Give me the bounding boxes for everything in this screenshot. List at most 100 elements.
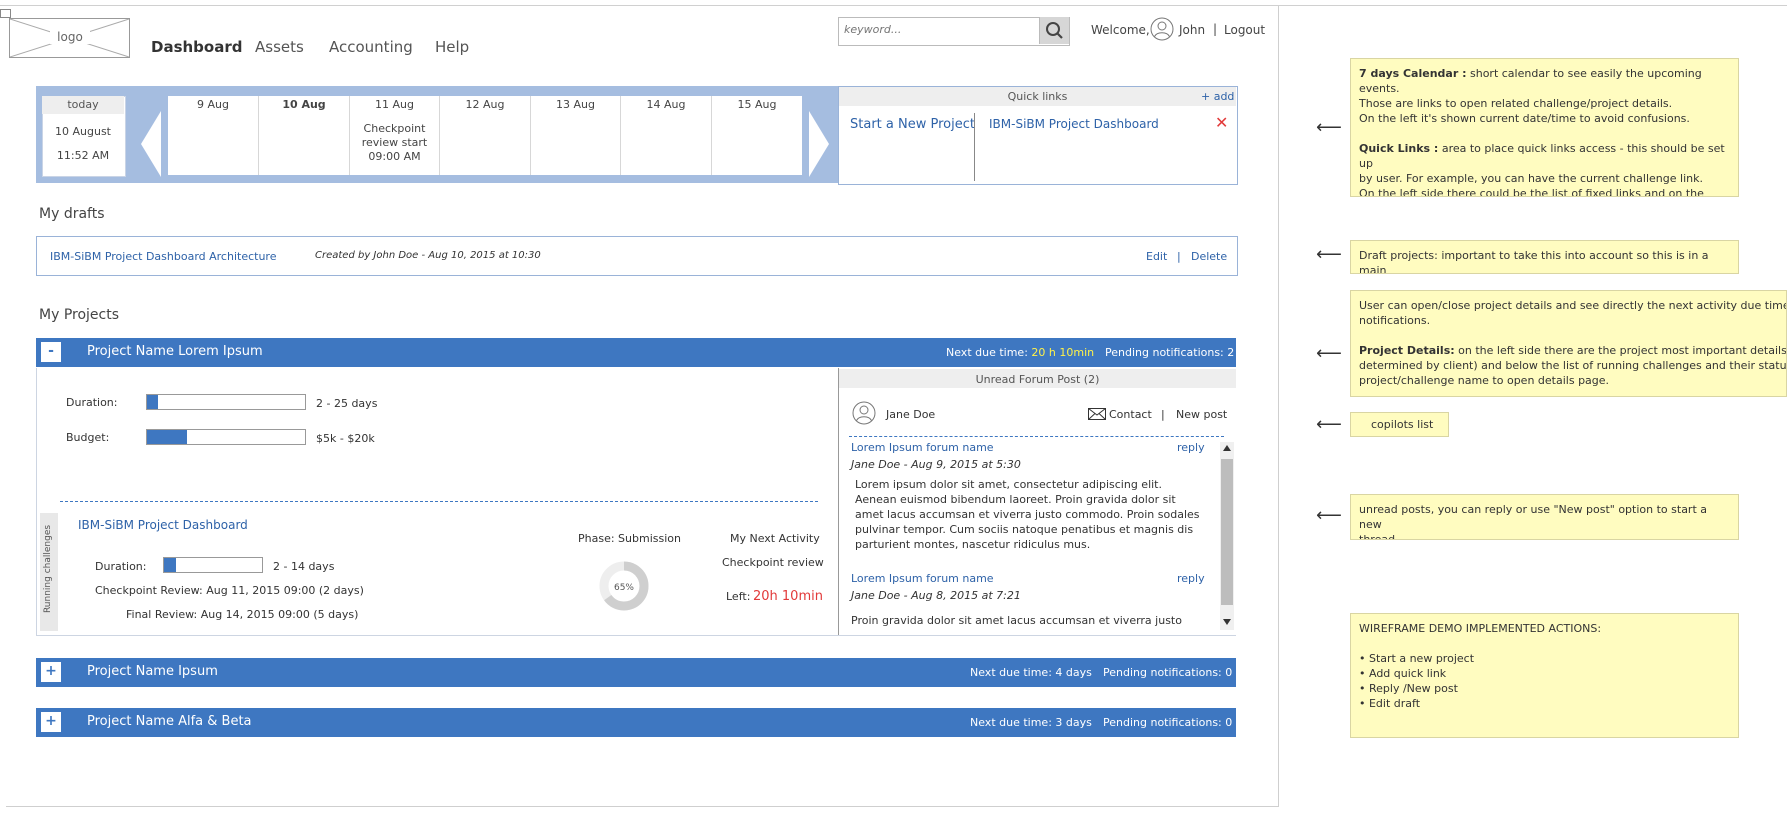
- expand-project-button[interactable]: +: [41, 712, 61, 732]
- header-separator: |: [1213, 22, 1218, 36]
- forum-post-list: Lorem Ipsum forum name reply Jane Doe - …: [839, 439, 1219, 635]
- project-header[interactable]: + Project Name Alfa & Beta Next due time…: [36, 708, 1236, 737]
- calendar-day-label: 9 Aug: [197, 98, 229, 111]
- note-line: Quick Links : area to place quick links …: [1359, 141, 1730, 171]
- search-input[interactable]: [842, 22, 1036, 37]
- nav-dashboard[interactable]: Dashboard: [151, 38, 242, 56]
- note-line-text: notifications.: [1359, 314, 1431, 327]
- calendar-day[interactable]: 13 Aug: [531, 96, 621, 175]
- logout-link[interactable]: Logout: [1224, 23, 1265, 37]
- post-meta: Jane Doe - Aug 8, 2015 at 7:21: [851, 589, 1021, 602]
- project-name[interactable]: Project Name Alfa & Beta: [87, 714, 252, 729]
- note-arrow-icon: ⟵: [1316, 343, 1342, 364]
- challenge-name-link[interactable]: IBM-SiBM Project Dashboard: [78, 518, 248, 532]
- copilot-name[interactable]: Jane Doe: [886, 408, 935, 421]
- today-date: 10 August: [55, 125, 111, 138]
- pending-notifications[interactable]: Pending notifications: 0: [1103, 666, 1232, 679]
- note-line: by user. For example, you can have the c…: [1359, 171, 1730, 186]
- scroll-up-icon[interactable]: [1222, 444, 1232, 452]
- post-title-link[interactable]: Lorem Ipsum forum name: [851, 441, 994, 454]
- reply-link[interactable]: reply: [1177, 441, 1205, 454]
- note-line-text: User can open/close project details and …: [1359, 299, 1787, 312]
- post-title-link[interactable]: Lorem Ipsum forum name: [851, 572, 994, 585]
- checkpoint-review: Checkpoint Review: Aug 11, 2015 09:00 (2…: [95, 584, 364, 597]
- challenge-duration-label: Duration:: [95, 560, 147, 573]
- forum-separator: |: [1161, 408, 1165, 421]
- remove-quick-link-icon[interactable]: ✕: [1215, 113, 1228, 132]
- logo-text: logo: [50, 30, 90, 44]
- note-line: On the left it's shown current date/time…: [1359, 111, 1730, 126]
- project-header[interactable]: - Project Name Lorem Ipsum Next due time…: [36, 338, 1236, 367]
- contact-button[interactable]: Contact: [1109, 408, 1152, 421]
- note-line: Project Details: on the left side there …: [1359, 343, 1786, 358]
- note-line-text: • Reply /New post: [1359, 682, 1458, 695]
- reply-link[interactable]: reply: [1177, 572, 1205, 585]
- project-name[interactable]: Project Name Ipsum: [87, 664, 218, 679]
- calendar-day[interactable]: 11 Aug Checkpoint review start 09:00 AM: [350, 96, 440, 175]
- start-new-project-link[interactable]: Start a New Project: [850, 117, 975, 132]
- note-line-text: unread posts, you can reply or use "New …: [1359, 503, 1708, 531]
- delete-draft-link[interactable]: Delete: [1191, 250, 1227, 263]
- phase-progress-ring: 65%: [599, 561, 649, 611]
- calendar-day[interactable]: 15 Aug: [712, 96, 802, 175]
- due-label: Next due time:: [946, 346, 1028, 359]
- note-line: [1359, 328, 1778, 343]
- projects-title: My Projects: [39, 307, 120, 323]
- note-line: determined by client) and below the list…: [1359, 358, 1786, 373]
- note-arrow-icon: ⟵: [1316, 244, 1342, 265]
- pending-notifications[interactable]: Pending notifications: 2: [1105, 346, 1234, 359]
- note-line: [1359, 636, 1730, 651]
- note-line: Draft projects: important to take this i…: [1359, 248, 1730, 273]
- nav-assets[interactable]: Assets: [255, 38, 304, 56]
- post-meta: Jane Doe - Aug 9, 2015 at 5:30: [851, 458, 1021, 471]
- calendar-day[interactable]: 10 Aug: [259, 96, 350, 175]
- project-header[interactable]: + Project Name Ipsum Next due time: 4 da…: [36, 658, 1236, 687]
- note-line: [1359, 126, 1730, 141]
- add-quick-link-button[interactable]: + add: [1201, 90, 1234, 103]
- today-time: 11:52 AM: [56, 149, 110, 162]
- duration-value: 2 - 25 days: [316, 397, 378, 410]
- draft-name-link[interactable]: IBM-SiBM Project Dashboard Architecture: [50, 250, 276, 263]
- calendar-event[interactable]: Checkpoint review start 09:00 AM: [350, 122, 439, 164]
- nav-help[interactable]: Help: [435, 38, 469, 56]
- edit-draft-link[interactable]: Edit: [1146, 250, 1167, 263]
- due-value: 3 days: [1055, 716, 1092, 729]
- calendar-next-icon[interactable]: [808, 111, 830, 177]
- note-line-text: thread.: [1359, 533, 1399, 540]
- user-avatar-icon[interactable]: [1150, 17, 1174, 41]
- note-line: • Add quick link: [1359, 666, 1730, 681]
- annotation-note-copilots: copilots list: [1350, 412, 1449, 437]
- annotation-note-calendar: 7 days Calendar : short calendar to see …: [1350, 58, 1739, 197]
- challenge-duration-value: 2 - 14 days: [273, 560, 335, 573]
- note-line: Those are links to open related challeng…: [1359, 96, 1730, 111]
- pending-notifications[interactable]: Pending notifications: 0: [1103, 716, 1232, 729]
- calendar-day[interactable]: 9 Aug: [168, 96, 259, 175]
- nav-accounting[interactable]: Accounting: [329, 38, 413, 56]
- new-post-button[interactable]: New post: [1176, 408, 1227, 421]
- note-line-text: by user. For example, you can have the c…: [1359, 172, 1703, 185]
- calendar-day[interactable]: 14 Aug: [621, 96, 712, 175]
- calendar-day-label: 13 Aug: [556, 98, 595, 111]
- scrollbar-thumb[interactable]: [1221, 459, 1233, 605]
- mail-icon[interactable]: [1088, 408, 1106, 420]
- expand-project-button[interactable]: +: [41, 662, 61, 682]
- note-line: • Edit draft: [1359, 696, 1730, 711]
- scroll-down-icon[interactable]: [1222, 618, 1232, 626]
- calendar-day[interactable]: 12 Aug: [440, 96, 531, 175]
- collapse-project-button[interactable]: -: [41, 342, 61, 362]
- search-button[interactable]: [1039, 17, 1069, 44]
- window-corner-icon: [0, 9, 11, 18]
- note-line: • Reply /New post: [1359, 681, 1730, 696]
- note-line-text: On the left side there could be the list…: [1359, 187, 1704, 197]
- note-line-text: On the left it's shown current date/time…: [1359, 112, 1690, 125]
- user-name[interactable]: John: [1179, 23, 1205, 37]
- note-line: copilots list: [1371, 417, 1440, 432]
- draft-meta: Created by John Doe - Aug 10, 2015 at 10…: [315, 250, 541, 261]
- calendar-prev-icon[interactable]: [140, 111, 162, 177]
- note-line-text: determined by client) and below the list…: [1359, 359, 1787, 372]
- quick-link-item[interactable]: IBM-SiBM Project Dashboard: [989, 117, 1159, 131]
- logo[interactable]: logo: [9, 18, 130, 58]
- project-name[interactable]: Project Name Lorem Ipsum: [87, 344, 263, 359]
- budget-value: $5k - $20k: [316, 432, 375, 445]
- note-line-text: WIREFRAME DEMO IMPLEMENTED ACTIONS:: [1359, 622, 1602, 635]
